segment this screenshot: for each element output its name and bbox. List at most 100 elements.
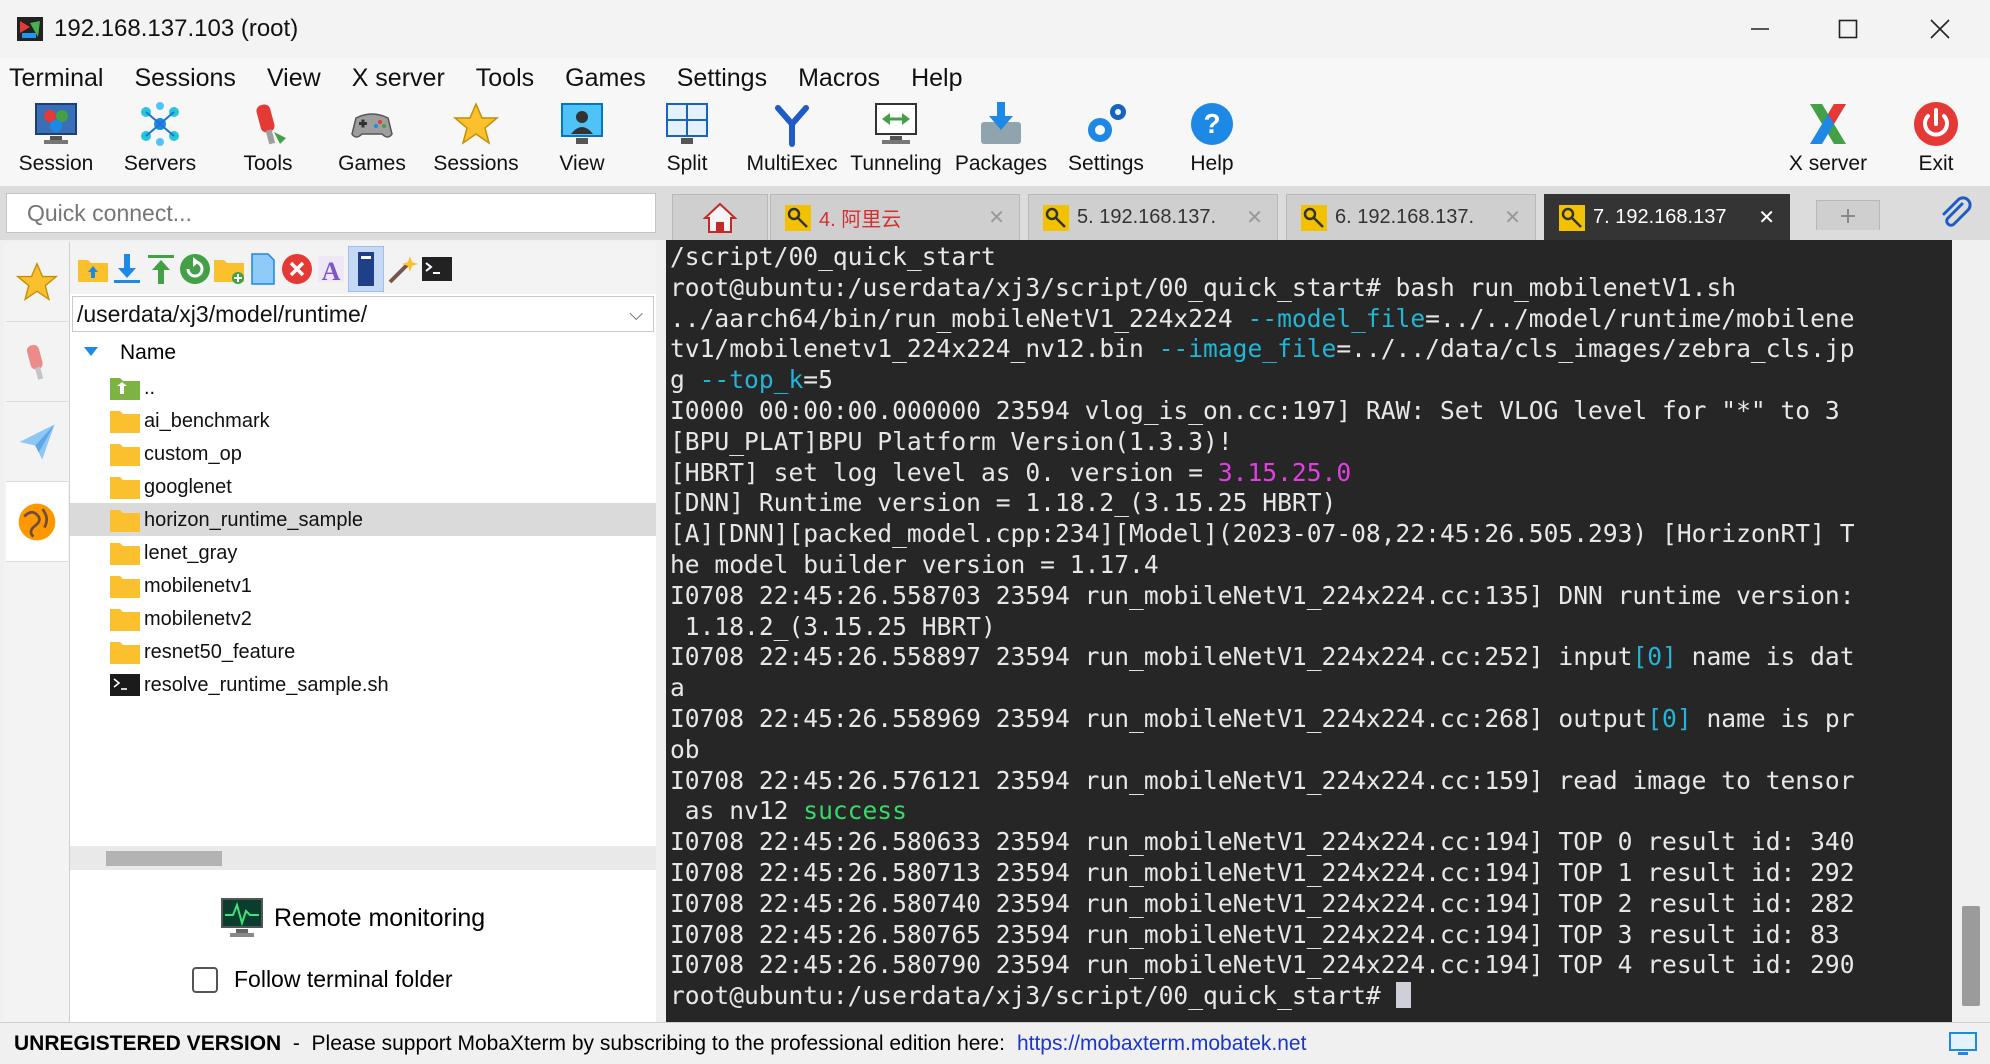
horizontal-scrollbar[interactable] — [70, 846, 656, 870]
menu-x-server[interactable]: X server — [352, 64, 445, 93]
scrollbar-thumb[interactable] — [106, 851, 222, 866]
terminal-text-segment: [BPU_PLAT]BPU Platform Version(1.3.3)! — [670, 426, 1233, 456]
remote-monitoring-button[interactable]: Remote monitoring — [220, 896, 485, 940]
paperclip-icon[interactable] — [1938, 196, 1974, 232]
list-item[interactable]: googlenet — [70, 470, 656, 503]
close-tab-icon[interactable]: ✕ — [1504, 205, 1521, 230]
terminal-text-segment: I0000 00:00:00.000000 23594 vlog_is_on.c… — [670, 395, 1840, 425]
multiexec-button[interactable]: MultiExec — [742, 98, 842, 186]
rename-icon[interactable]: A — [314, 252, 348, 286]
menu-tools[interactable]: Tools — [476, 64, 534, 93]
menu-help[interactable]: Help — [911, 64, 962, 93]
view-button[interactable]: View — [540, 98, 624, 186]
download-icon[interactable] — [110, 252, 144, 286]
session-button[interactable]: Session — [14, 98, 98, 186]
parent-folder-icon[interactable] — [76, 252, 110, 286]
terminal-pane[interactable]: /script/00_quick_start root@ubuntu:/userd… — [666, 240, 1952, 1022]
list-item[interactable]: .. — [70, 371, 656, 404]
tab-label: 4. 阿里云 — [819, 209, 902, 231]
plus-icon — [1841, 208, 1855, 223]
maximize-button[interactable] — [1802, 0, 1894, 58]
tab-session-5[interactable]: 5. 192.168.137. ✕ — [1028, 194, 1278, 240]
rail-macros-button[interactable] — [6, 402, 68, 482]
permissions-icon[interactable] — [348, 246, 384, 292]
split-button[interactable]: Split — [645, 98, 729, 186]
list-item[interactable]: mobilenetv2 — [70, 602, 656, 635]
terminal-line: I0708 22:45:26.580713 23594 run_mobileNe… — [670, 858, 1855, 889]
menu-settings[interactable]: Settings — [677, 64, 767, 93]
file-name: googlenet — [144, 476, 232, 498]
tunneling-icon — [875, 103, 917, 144]
quick-connect-input[interactable] — [6, 193, 656, 233]
upload-icon[interactable] — [144, 252, 178, 286]
refresh-icon[interactable] — [178, 252, 212, 286]
terminal-text-segment: [HBRT] set log level as 0. version = — [670, 457, 1218, 487]
games-button[interactable]: Games — [330, 98, 414, 186]
tunneling-button[interactable]: Tunneling — [846, 98, 946, 186]
terminal-line: a — [670, 673, 1855, 704]
new-folder-icon[interactable] — [212, 252, 246, 286]
settings-icon — [1088, 104, 1126, 142]
follow-terminal-checkbox[interactable] — [192, 966, 218, 993]
home-tab[interactable] — [672, 194, 768, 240]
close-window-button[interactable] — [1894, 0, 1986, 58]
file-list-header[interactable]: Name — [70, 337, 656, 369]
new-tab-button[interactable] — [1816, 200, 1880, 230]
terminal-line: I0000 00:00:00.000000 23594 vlog_is_on.c… — [670, 396, 1855, 427]
close-tab-icon[interactable]: ✕ — [1246, 205, 1263, 230]
terminal-text-segment: ob — [670, 734, 700, 764]
mobaxterm-link[interactable]: https://mobaxterm.mobatek.net — [1017, 1032, 1306, 1056]
tab-session-7[interactable]: 7. 192.168.137 ✕ — [1544, 194, 1790, 240]
folder-icon — [110, 609, 140, 631]
servers-button[interactable]: Servers — [118, 98, 202, 186]
x-server-button[interactable]: X server — [1780, 98, 1876, 186]
menu-terminal[interactable]: Terminal — [9, 64, 103, 93]
list-item[interactable]: resolve_runtime_sample.sh — [70, 668, 656, 701]
list-item[interactable]: lenet_gray — [70, 536, 656, 569]
packages-button[interactable]: Packages — [951, 98, 1051, 186]
tools-button[interactable]: Tools — [226, 98, 310, 186]
help-button[interactable]: ? Help — [1170, 98, 1254, 186]
rail-tools-button[interactable] — [6, 322, 68, 402]
rail-sftp-button[interactable] — [6, 482, 68, 562]
menu-view[interactable]: View — [267, 64, 321, 93]
exit-button[interactable]: Exit — [1894, 98, 1978, 186]
folder-icon — [110, 411, 140, 433]
list-item[interactable]: mobilenetv1 — [70, 569, 656, 602]
terminal-line: I0708 22:45:26.580740 23594 run_mobileNe… — [670, 889, 1855, 920]
minimize-button[interactable] — [1714, 0, 1806, 58]
terminal-text-segment: =../../model/runtime/mobilene — [1425, 303, 1855, 333]
terminal-line: I0708 22:45:26.558703 23594 run_mobileNe… — [670, 581, 1855, 612]
terminal-text-segment: [0] — [1647, 703, 1692, 733]
list-item[interactable]: custom_op — [70, 437, 656, 470]
settings-button[interactable]: Settings — [1064, 98, 1148, 186]
rail-sessions-button[interactable] — [6, 242, 68, 322]
delete-icon[interactable] — [280, 252, 314, 286]
remote-path-select[interactable]: /userdata/xj3/model/runtime/ ⌵ — [72, 296, 654, 332]
magic-wand-icon[interactable] — [386, 252, 420, 286]
chevron-down-icon[interactable]: ⌵ — [629, 297, 643, 331]
list-item[interactable]: resnet50_feature — [70, 635, 656, 668]
menu-macros[interactable]: Macros — [798, 64, 880, 93]
scrollbar-thumb[interactable] — [1962, 906, 1980, 1006]
menu-games[interactable]: Games — [565, 64, 646, 93]
sessions-button[interactable]: Sessions — [430, 98, 522, 186]
tab-aliyun[interactable]: 4. 阿里云 ✕ — [770, 194, 1020, 240]
close-tab-icon[interactable]: ✕ — [988, 205, 1005, 230]
terminal-text-segment: tv1/mobilenetv1_224x224_nv12.bin — [670, 334, 1159, 364]
session-icon — [35, 103, 77, 144]
menu-sessions[interactable]: Sessions — [134, 64, 235, 93]
close-tab-icon[interactable]: ✕ — [1758, 205, 1775, 230]
list-item-selected[interactable]: horizon_runtime_sample — [70, 503, 656, 536]
follow-terminal-folder[interactable]: Follow terminal folder — [192, 966, 453, 993]
terminal-text-segment: root@ubuntu:/userdata/xj3/script/00_quic… — [670, 272, 1737, 302]
folder-icon — [110, 642, 140, 664]
terminal-text-segment: as nv12 — [670, 796, 804, 826]
terminal-icon[interactable] — [420, 252, 454, 286]
folder-icon — [110, 576, 140, 598]
new-file-icon[interactable] — [246, 252, 280, 286]
terminal-vertical-scrollbar[interactable] — [1952, 240, 1990, 1022]
tab-session-6[interactable]: 6. 192.168.137. ✕ — [1286, 194, 1536, 240]
list-item[interactable]: ai_benchmark — [70, 404, 656, 437]
follow-terminal-label: Follow terminal folder — [234, 966, 453, 992]
